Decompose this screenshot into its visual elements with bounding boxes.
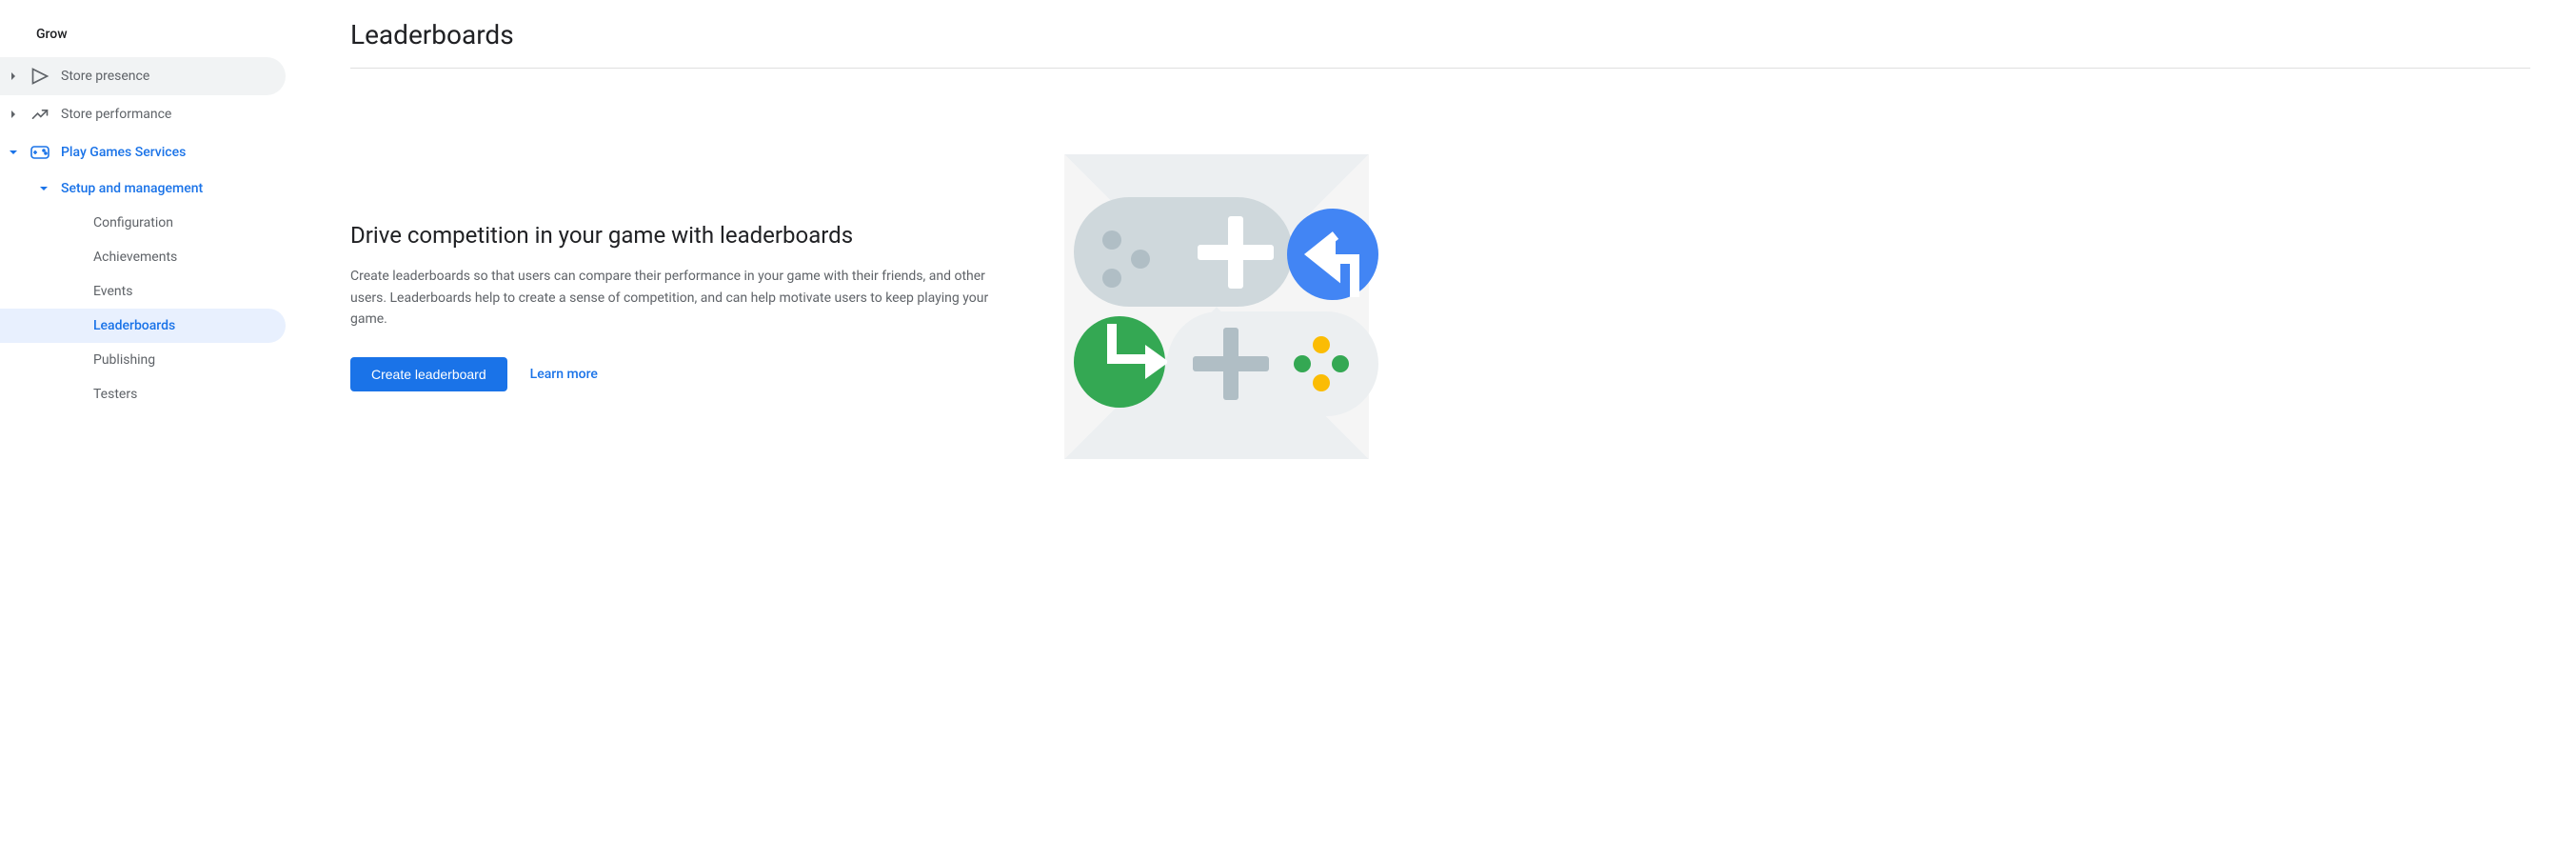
- page-title: Leaderboards: [350, 19, 2530, 69]
- sidebar-item-play-games-services[interactable]: Play Games Services: [0, 133, 286, 171]
- sidebar-item-label: Events: [93, 284, 132, 299]
- sidebar-item-achievements[interactable]: Achievements: [0, 240, 286, 274]
- sidebar-heading: Grow: [0, 19, 286, 57]
- store-presence-icon: [30, 67, 50, 86]
- chevron-down-icon: [38, 185, 50, 192]
- sidebar-item-label: Play Games Services: [61, 145, 186, 160]
- sidebar-item-label: Publishing: [93, 352, 155, 368]
- gamepad-icon: [30, 143, 50, 162]
- sidebar-item-label: Achievements: [93, 250, 177, 265]
- chevron-right-icon: [8, 110, 19, 118]
- sidebar-item-configuration[interactable]: Configuration: [0, 206, 286, 240]
- sidebar-item-label: Store performance: [61, 107, 171, 122]
- sidebar-item-setup-and-management[interactable]: Setup and management: [0, 171, 286, 206]
- sidebar-item-label: Testers: [93, 387, 137, 402]
- sidebar-item-leaderboards[interactable]: Leaderboards: [0, 309, 286, 343]
- main-content: Leaderboards Drive competition in your g…: [286, 0, 2576, 861]
- sidebar-item-events[interactable]: Events: [0, 274, 286, 309]
- empty-state: Drive competition in your game with lead…: [350, 145, 2530, 469]
- learn-more-link[interactable]: Learn more: [530, 367, 598, 382]
- sidebar-item-testers[interactable]: Testers: [0, 377, 286, 411]
- create-leaderboard-button[interactable]: Create leaderboard: [350, 357, 507, 391]
- leaderboards-illustration: [1055, 145, 1378, 469]
- sidebar-item-publishing[interactable]: Publishing: [0, 343, 286, 377]
- sidebar-item-store-performance[interactable]: Store performance: [0, 95, 286, 133]
- chevron-down-icon: [8, 149, 19, 156]
- empty-state-subtitle: Drive competition in your game with lead…: [350, 222, 998, 249]
- sidebar-item-label: Configuration: [93, 215, 173, 230]
- trending-up-icon: [30, 105, 50, 124]
- empty-state-text: Drive competition in your game with lead…: [350, 222, 998, 390]
- empty-state-description: Create leaderboards so that users can co…: [350, 266, 998, 330]
- chevron-right-icon: [8, 72, 19, 80]
- sidebar-item-label: Leaderboards: [93, 318, 175, 333]
- sidebar-item-label: Setup and management: [61, 181, 203, 196]
- sidebar-item-label: Store presence: [61, 69, 149, 84]
- sidebar-item-store-presence[interactable]: Store presence: [0, 57, 286, 95]
- empty-state-actions: Create leaderboard Learn more: [350, 357, 998, 391]
- sidebar: Grow Store presence Store performance Pl…: [0, 0, 286, 861]
